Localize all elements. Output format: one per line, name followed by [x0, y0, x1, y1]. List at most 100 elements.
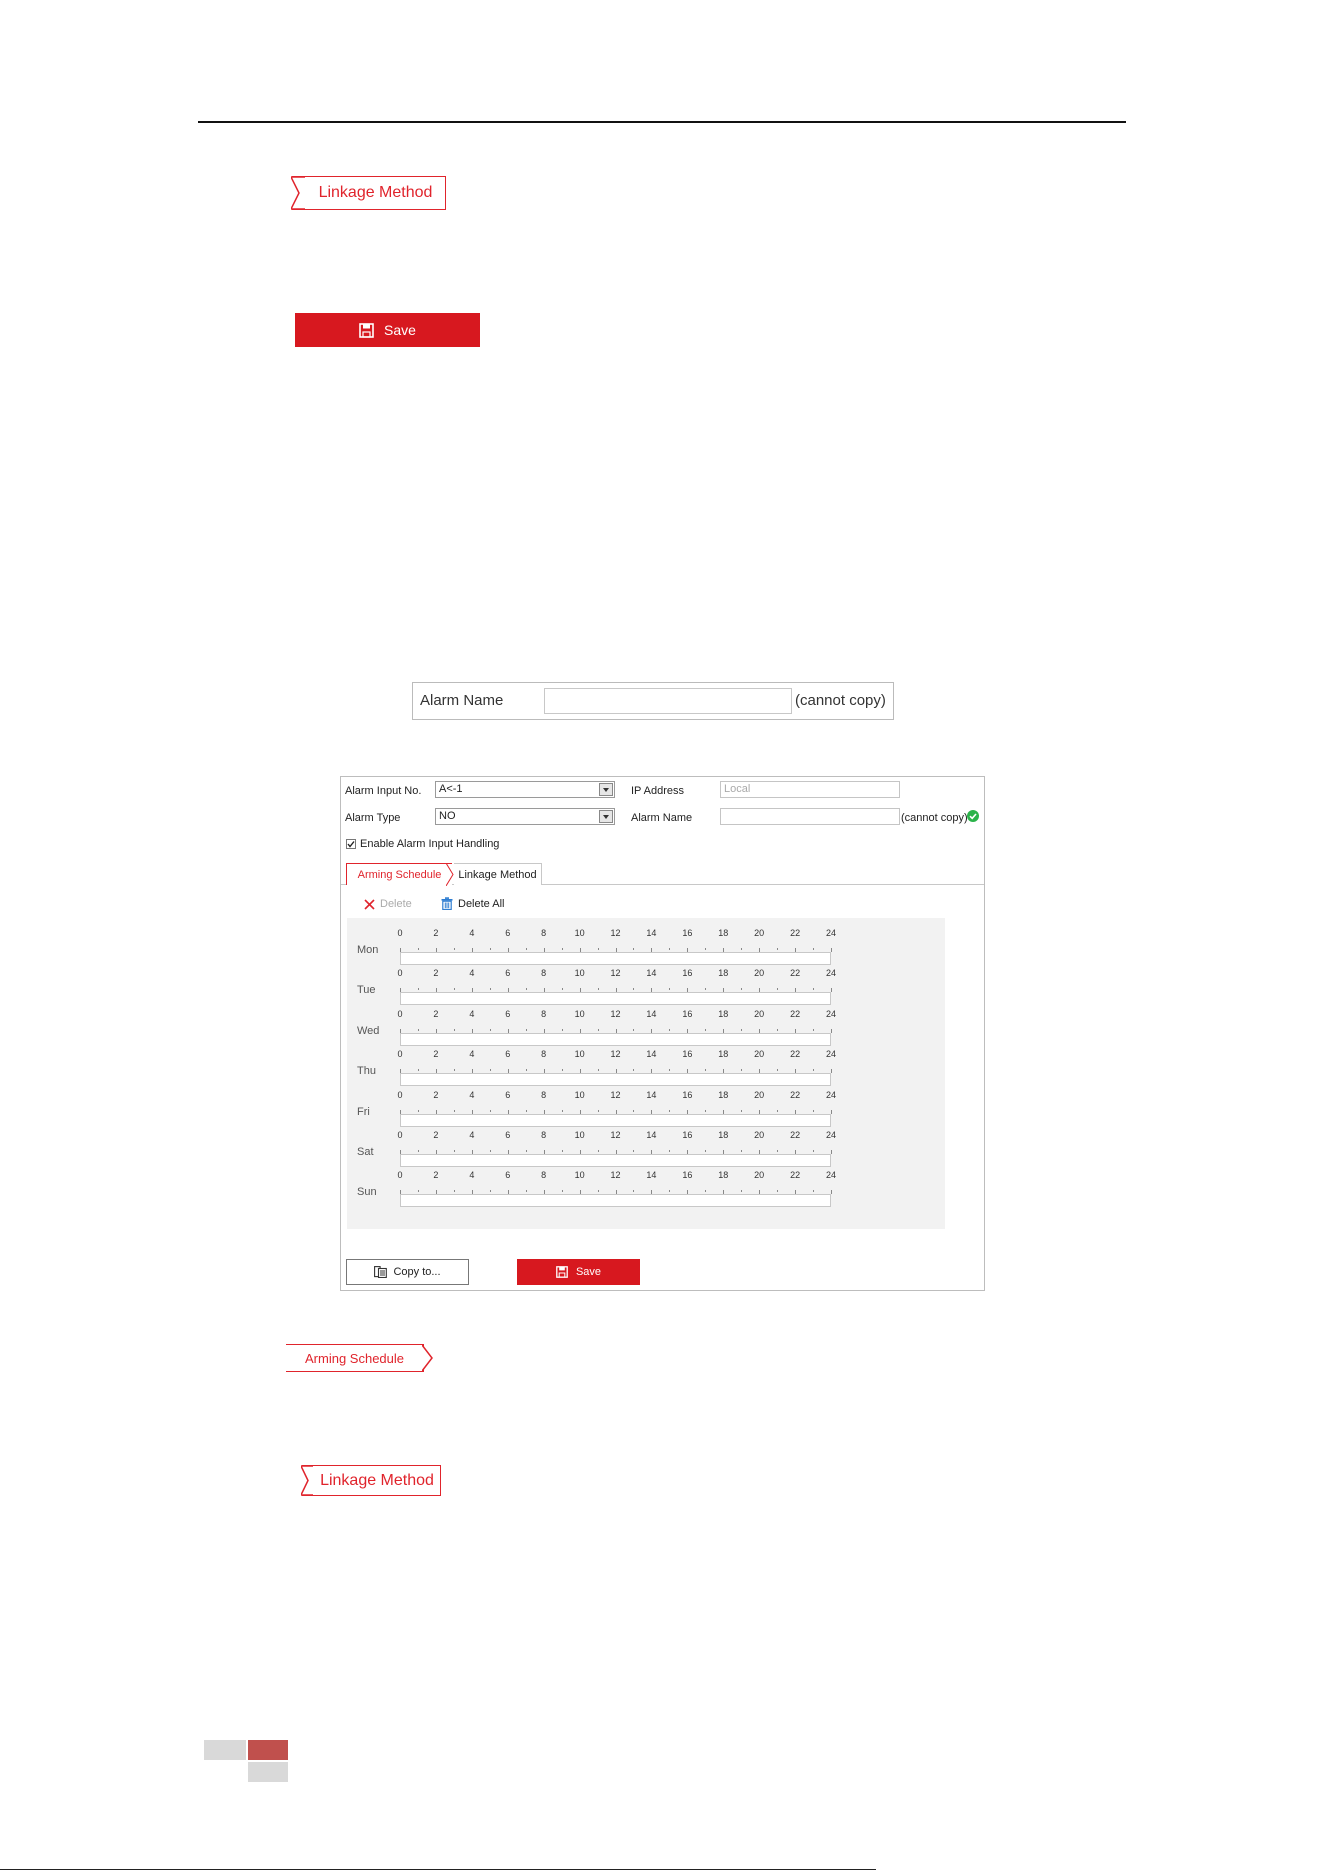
hour-label: 6 — [505, 1008, 511, 1019]
schedule-bar-mon[interactable] — [400, 952, 831, 965]
enable-alarm-handling-label: Enable Alarm Input Handling — [360, 838, 500, 850]
tab-arming-schedule[interactable]: Arming Schedule — [346, 863, 452, 885]
enable-alarm-handling-checkbox[interactable] — [346, 839, 356, 849]
hour-label: 22 — [790, 1130, 801, 1140]
hour-tick — [741, 1109, 743, 1112]
hour-label: 4 — [469, 1089, 475, 1100]
hour-tick — [597, 988, 599, 991]
hour-tick — [705, 1109, 707, 1112]
hour-tick — [525, 1028, 527, 1031]
delete-button-label: Delete — [380, 898, 412, 910]
hour-label: 14 — [646, 1170, 657, 1181]
hour-label: 22 — [790, 1049, 801, 1060]
footer-block-gray — [248, 1762, 288, 1782]
hour-label: 18 — [718, 1170, 729, 1181]
hour-tick — [417, 1190, 419, 1193]
linkage-method-tab-reference: Linkage Method — [291, 176, 446, 210]
tab-linkage-method-label: Linkage Method — [458, 868, 537, 881]
delete-button[interactable]: Delete — [364, 898, 412, 910]
alarm-input-panel: Alarm Input No. A<-1 IP Address Local Al… — [340, 776, 985, 1291]
hour-label: 4 — [469, 1008, 475, 1019]
day-label-tue: Tue — [357, 984, 376, 997]
alarm-input-no-select[interactable]: A<-1 — [435, 781, 615, 798]
hour-tick — [453, 1150, 455, 1152]
ip-address-field[interactable]: Local — [720, 781, 900, 798]
schedule-bar-fri[interactable] — [400, 1113, 831, 1127]
hour-label: 22 — [790, 928, 801, 938]
footer-rule — [0, 1869, 876, 1870]
footer-block-red — [248, 1740, 288, 1760]
hour-tick — [741, 1190, 743, 1193]
hour-tick — [633, 988, 635, 991]
hour-label: 20 — [754, 1089, 765, 1100]
hour-label: 24 — [825, 1049, 837, 1060]
hour-label: 18 — [718, 1008, 729, 1019]
hour-label: 6 — [505, 1089, 511, 1100]
hour-label: 4 — [469, 968, 475, 979]
hour-tick — [417, 988, 419, 991]
alarm-input-no-label: Alarm Input No. — [345, 785, 422, 797]
save-button-label: Save — [384, 322, 416, 338]
hour-tick — [633, 1028, 635, 1031]
hour-tick — [831, 988, 832, 993]
hour-label: 8 — [541, 968, 547, 979]
hour-tick — [777, 988, 779, 991]
hour-tick — [813, 1150, 815, 1152]
checkmark-icon — [347, 841, 355, 848]
hour-label: 18 — [718, 968, 729, 979]
hour-label: 2 — [433, 1089, 439, 1100]
hour-tick — [453, 1109, 455, 1112]
hour-label: 12 — [610, 1049, 621, 1060]
hour-tick — [741, 1150, 743, 1152]
hour-label: 0 — [397, 1008, 403, 1019]
hour-label: 6 — [505, 1049, 511, 1060]
hour-label: 20 — [754, 928, 765, 938]
hour-tick — [453, 988, 455, 991]
hour-tick — [561, 1028, 563, 1031]
hour-label: 12 — [610, 1089, 621, 1100]
hour-tick — [813, 948, 815, 950]
tab-linkage-method[interactable]: Linkage Method — [454, 863, 542, 885]
alarm-name-figure: Alarm Name (cannot copy) — [412, 682, 894, 720]
alarm-name-input[interactable] — [544, 688, 792, 714]
hour-label: 0 — [397, 1089, 403, 1100]
hour-label: 10 — [574, 1089, 585, 1100]
alarm-name-field[interactable] — [720, 808, 900, 825]
hour-tick — [525, 988, 527, 991]
save-button[interactable]: Save — [295, 313, 480, 347]
dropdown-arrow-icon — [599, 783, 613, 796]
hour-tick — [741, 1028, 743, 1031]
hour-label: 14 — [646, 1089, 657, 1100]
schedule-bar-wed[interactable] — [400, 1032, 831, 1046]
hour-label: 10 — [574, 1170, 585, 1181]
alarm-type-select[interactable]: NO — [435, 808, 615, 825]
schedule-bar-thu[interactable] — [400, 1073, 831, 1087]
hour-label: 6 — [505, 928, 511, 938]
tab-arming-schedule-label: Arming Schedule — [357, 868, 442, 881]
schedule-bar-sun[interactable] — [400, 1194, 831, 1208]
tab-label: Linkage Method — [318, 184, 433, 201]
hour-tick — [777, 1028, 779, 1031]
hour-tick — [489, 1069, 491, 1072]
dropdown-arrow-icon — [599, 810, 613, 823]
hour-tick — [453, 1069, 455, 1072]
hour-tick — [705, 1028, 707, 1031]
hour-tick — [489, 948, 491, 950]
copy-to-button[interactable]: Copy to... — [346, 1259, 469, 1285]
trash-icon — [441, 897, 453, 910]
hour-label: 20 — [754, 1008, 765, 1019]
hour-label: 24 — [825, 1170, 837, 1181]
hour-tick — [417, 1109, 419, 1112]
hour-tick — [633, 1150, 635, 1152]
hour-tick — [669, 948, 671, 950]
header-rule — [198, 121, 1126, 123]
copy-icon — [374, 1266, 388, 1278]
check-circle-icon — [967, 810, 979, 822]
schedule-bar-sat[interactable] — [400, 1154, 831, 1167]
hour-label: 8 — [541, 1049, 547, 1060]
schedule-bar-tue[interactable] — [400, 992, 831, 1006]
delete-all-button[interactable]: Delete All — [441, 897, 504, 910]
panel-save-button[interactable]: Save — [517, 1259, 640, 1285]
hour-tick — [705, 1069, 707, 1072]
hour-tick — [489, 1150, 491, 1152]
